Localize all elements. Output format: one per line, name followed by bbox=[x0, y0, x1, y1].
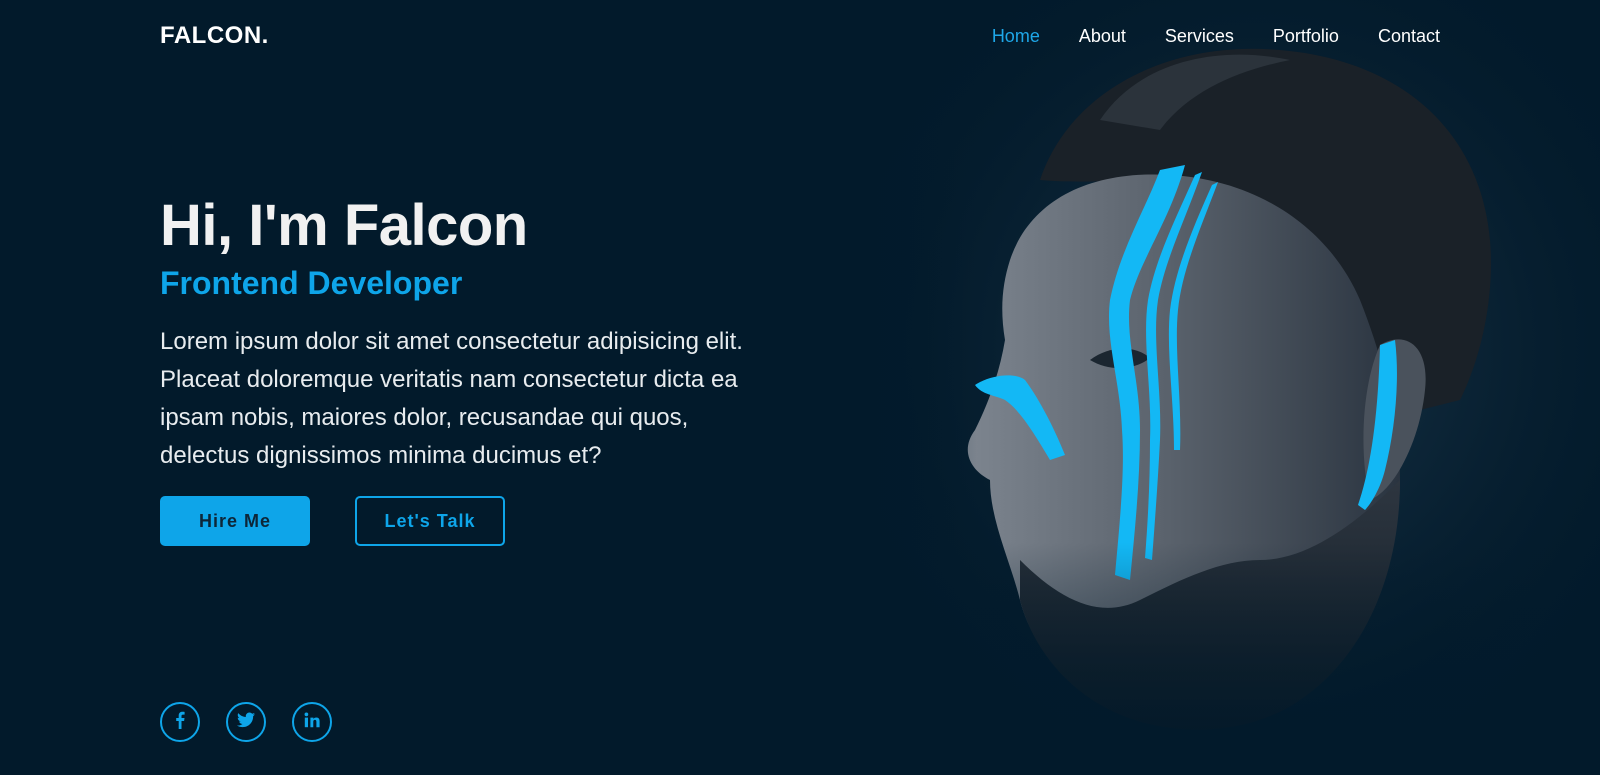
hero-subtitle: Frontend Developer bbox=[160, 265, 463, 301]
linkedin-button[interactable] bbox=[292, 702, 332, 742]
hero-description: Lorem ipsum dolor sit amet consectetur a… bbox=[160, 328, 743, 469]
nav-link-services[interactable]: Services bbox=[1165, 26, 1234, 47]
facebook-icon bbox=[173, 711, 187, 734]
linkedin-icon bbox=[304, 712, 320, 733]
hero-section: Hi, I'm Falcon Frontend Developer Lorem … bbox=[160, 190, 780, 546]
nav-link-contact[interactable]: Contact bbox=[1378, 26, 1440, 47]
nav-links: Home About Services Portfolio Contact bbox=[992, 26, 1440, 47]
twitter-button[interactable] bbox=[226, 702, 266, 742]
social-links bbox=[160, 702, 332, 742]
page: FALCON. Home About Services Portfolio Co… bbox=[0, 0, 1600, 775]
hero-buttons: Hire Me Let's Talk bbox=[160, 496, 780, 546]
brand-logo[interactable]: FALCON. bbox=[160, 22, 269, 50]
hero-portrait-image bbox=[840, 0, 1600, 775]
hire-me-button[interactable]: Hire Me bbox=[160, 496, 310, 546]
facebook-button[interactable] bbox=[160, 702, 200, 742]
navbar: FALCON. Home About Services Portfolio Co… bbox=[0, 0, 1600, 74]
lets-talk-button[interactable]: Let's Talk bbox=[355, 496, 505, 546]
nav-link-portfolio[interactable]: Portfolio bbox=[1273, 26, 1339, 47]
nav-link-home[interactable]: Home bbox=[992, 26, 1040, 47]
hero-title: Hi, I'm Falcon bbox=[160, 193, 528, 258]
nav-link-about[interactable]: About bbox=[1079, 26, 1126, 47]
twitter-icon bbox=[237, 712, 255, 733]
